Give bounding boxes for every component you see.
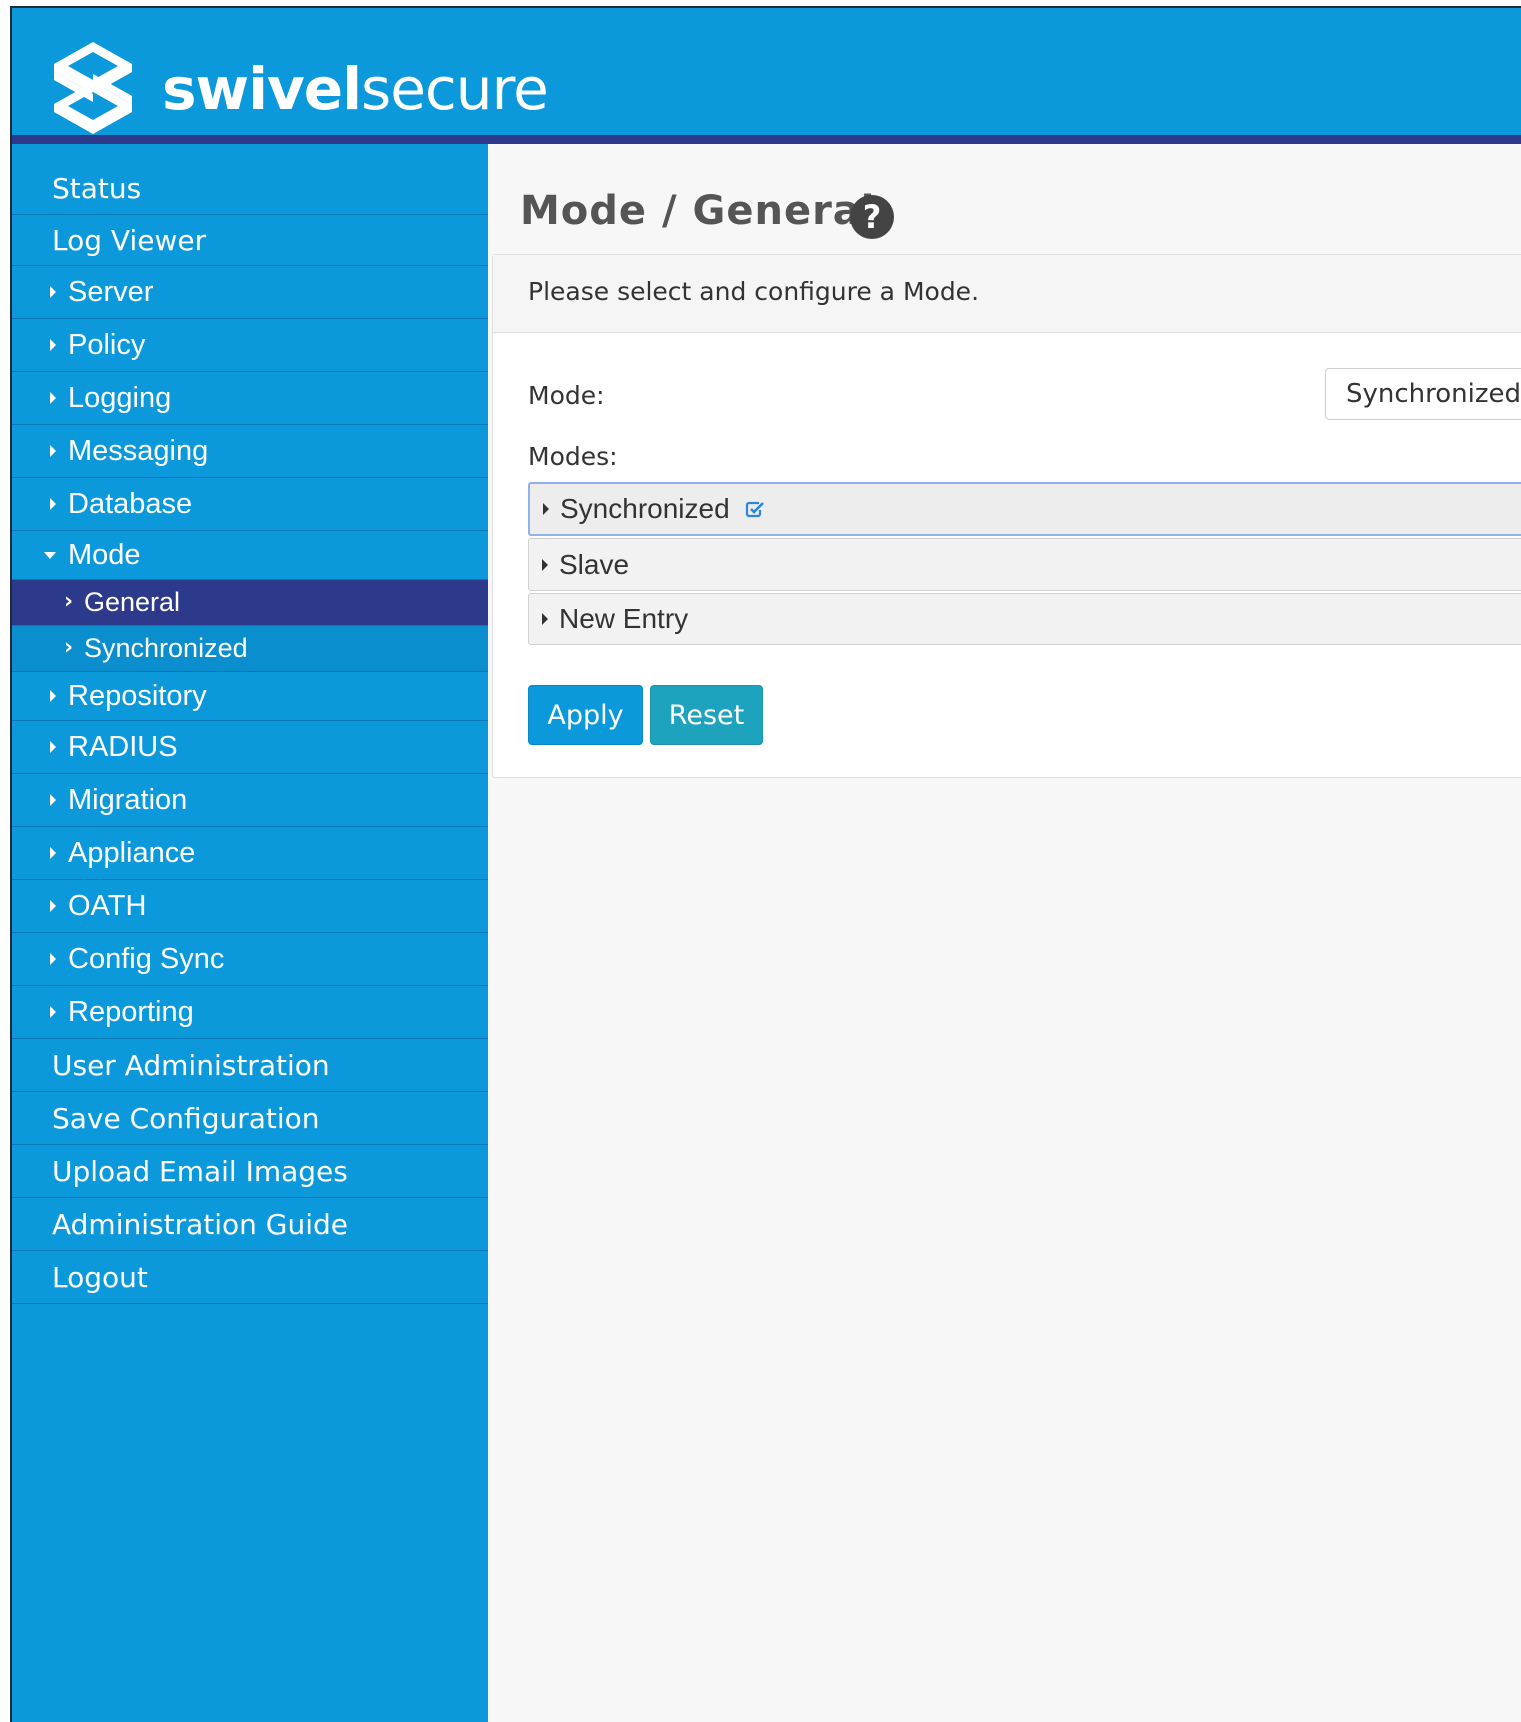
app-window: swivelsecure Status Log Viewer Server Po… [10,6,1521,1722]
sidebar-item-administration-guide[interactable]: Administration Guide [12,1198,488,1251]
sidebar-item-label: Reporting [68,995,194,1028]
sidebar-item-label: Repository [68,679,207,712]
sidebar-item-status[interactable]: Status [12,162,488,215]
sidebar-item-logout[interactable]: Logout [12,1251,488,1304]
sidebar-subitem-synchronized[interactable]: › Synchronized [12,626,488,672]
mode-row-synchronized[interactable]: Synchronized [528,482,1521,536]
sidebar-item-server[interactable]: Server [12,266,488,319]
caret-right-icon [50,741,56,753]
sidebar-item-label: Status [52,171,142,205]
sidebar-item-label: Database [68,487,193,520]
sidebar-item-messaging[interactable]: Messaging [12,425,488,478]
mode-panel: Please select and configure a Mode. Mode… [492,254,1521,778]
caret-right-icon [543,503,549,515]
panel-header: Please select and configure a Mode. [493,255,1521,333]
brand-name-bold: swivel [162,55,362,123]
sidebar-item-radius[interactable]: RADIUS [12,721,488,774]
sidebar-item-config-sync[interactable]: Config Sync [12,933,488,986]
edit-check-icon[interactable] [744,498,766,520]
caret-right-icon [50,847,56,859]
header-underline [12,135,1521,144]
sidebar-item-label: Config Sync [68,942,225,975]
sidebar-item-mode[interactable]: Mode [12,531,488,580]
page-title: Mode / General [520,188,876,234]
caret-down-icon [44,552,56,559]
sidebar-item-label: Policy [68,328,146,361]
sidebar-item-label: OATH [68,889,147,922]
sidebar-item-label: Administration Guide [52,1207,349,1241]
chevron-right-icon: › [64,588,74,614]
sidebar-item-repository[interactable]: Repository [12,672,488,721]
sidebar-item-label: Appliance [68,836,196,869]
caret-right-icon [50,445,56,457]
brand-name: swivelsecure [162,54,549,124]
sidebar-item-label: Messaging [68,434,209,467]
sidebar-item-label: RADIUS [68,730,178,763]
sidebar-item-save-configuration[interactable]: Save Configuration [12,1092,488,1145]
sidebar-item-label: Mode [68,538,141,571]
sidebar-item-label: Synchronized [84,633,248,663]
sidebar-item-label: Log Viewer [52,223,207,257]
modes-label: Modes: [528,442,618,471]
caret-right-icon [542,613,548,625]
sidebar-item-database[interactable]: Database [12,478,488,531]
sidebar-item-label: Logging [68,381,172,414]
question-circle-icon[interactable]: ? [850,195,894,239]
sidebar-item-label: Logout [52,1260,148,1294]
caret-right-icon [50,286,56,298]
sidebar-item-label: User Administration [52,1048,330,1082]
caret-right-icon [50,392,56,404]
mode-row-new-entry[interactable]: New Entry [528,593,1521,645]
mode-row-label: New Entry [559,603,689,634]
main-content: Mode / General ? Please select and confi… [488,144,1521,1722]
swivel-logo-icon [54,42,132,134]
mode-row-label-text: Synchronized [560,493,730,524]
caret-right-icon [50,794,56,806]
caret-right-icon [50,690,56,702]
caret-right-icon [50,953,56,965]
caret-right-icon [542,558,548,571]
mode-row-label: Synchronized [560,484,766,534]
sidebar-item-appliance[interactable]: Appliance [12,827,488,880]
header-bar: swivelsecure [12,8,1521,135]
sidebar-item-migration[interactable]: Migration [12,774,488,827]
sidebar-item-label: Migration [68,783,188,816]
caret-right-icon [50,1006,56,1018]
sidebar: Status Log Viewer Server Policy Logging … [12,144,488,1722]
mode-select[interactable]: Synchronized [1325,368,1521,420]
mode-row-label: Slave [559,548,630,580]
apply-button[interactable]: Apply [528,685,643,745]
sidebar-nav: Status Log Viewer Server Policy Logging … [12,162,488,1304]
sidebar-item-label: Server [68,275,154,308]
sidebar-subitem-general[interactable]: › General [12,580,488,626]
mode-row-slave[interactable]: Slave [528,538,1521,591]
sidebar-item-reporting[interactable]: Reporting [12,986,488,1039]
brand-name-light: secure [361,55,549,123]
sidebar-item-user-administration[interactable]: User Administration [12,1039,488,1092]
sidebar-item-logging[interactable]: Logging [12,372,488,425]
caret-right-icon [50,900,56,912]
mode-label: Mode: [528,381,605,410]
chevron-right-icon: › [64,634,74,660]
caret-right-icon [50,498,56,510]
sidebar-item-log-viewer[interactable]: Log Viewer [12,215,488,266]
sidebar-item-label: Save Configuration [52,1101,320,1135]
panel-header-text: Please select and configure a Mode. [528,277,980,306]
sidebar-item-label: General [84,587,181,617]
sidebar-item-policy[interactable]: Policy [12,319,488,372]
reset-button[interactable]: Reset [650,685,763,745]
caret-right-icon [50,339,56,351]
sidebar-item-upload-email-images[interactable]: Upload Email Images [12,1145,488,1198]
sidebar-item-oath[interactable]: OATH [12,880,488,933]
sidebar-item-label: Upload Email Images [52,1154,348,1188]
